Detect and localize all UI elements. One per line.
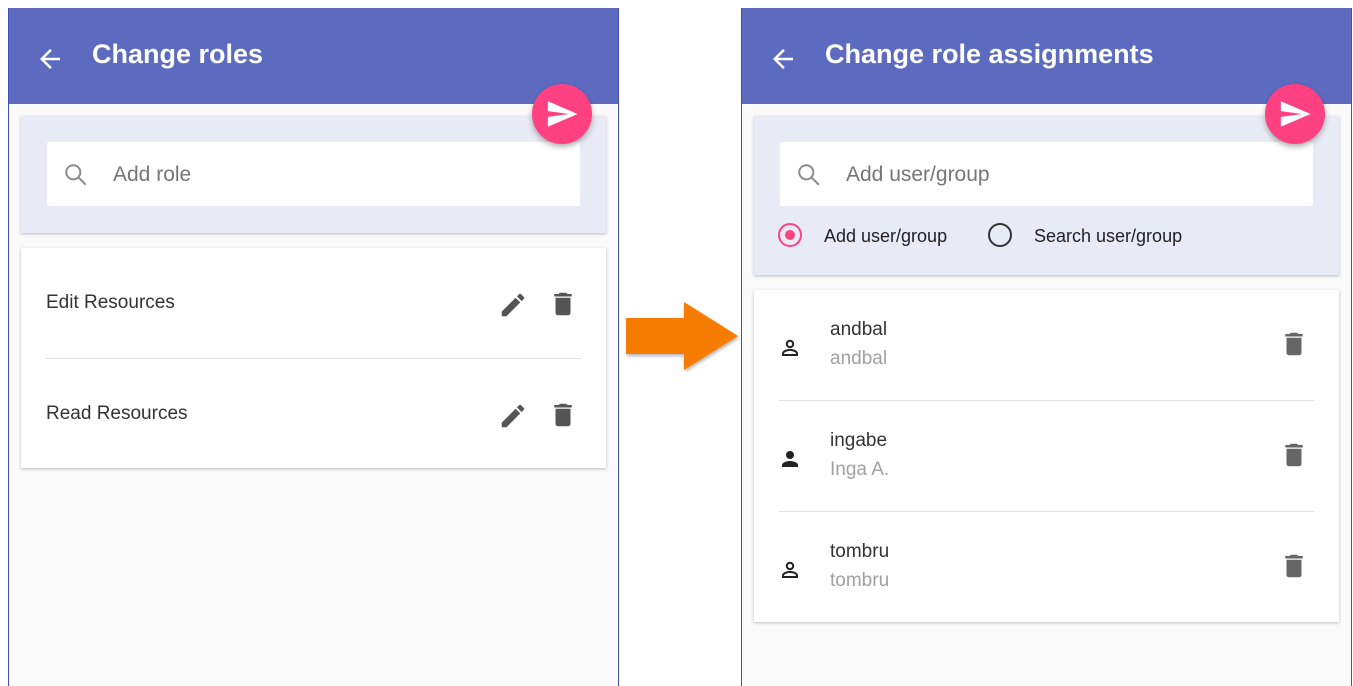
roles-list: Edit Resources Read Resources (21, 248, 606, 468)
delete-icon[interactable] (1279, 328, 1309, 365)
role-label: Edit Resources (46, 292, 175, 313)
list-item: ingabe Inga A. (754, 401, 1339, 511)
back-arrow-icon[interactable] (35, 44, 65, 74)
person-outline-icon (778, 558, 802, 587)
add-role-input[interactable] (111, 156, 570, 194)
user-name: andbal (830, 319, 888, 340)
user-detail: tombru (830, 570, 890, 591)
add-user-group-input[interactable] (844, 156, 1303, 194)
radio-search-user-group[interactable]: Search user/group (988, 220, 1208, 254)
add-user-group-field (780, 142, 1313, 206)
delete-icon[interactable] (548, 399, 578, 436)
edit-icon[interactable] (498, 401, 528, 436)
search-card (21, 116, 606, 233)
assignments-list: andbal andbal ingabe Inga A. tombru tomb… (754, 290, 1339, 622)
change-role-assignments-panel: Change role assignments Add user/group S… (741, 8, 1352, 686)
search-card: Add user/group Search user/group (754, 116, 1339, 275)
page-title: Change role assignments (825, 39, 1154, 69)
delete-icon[interactable] (548, 288, 578, 325)
send-button[interactable] (532, 84, 592, 144)
person-outline-icon (778, 336, 802, 365)
list-item: tombru tombru (754, 512, 1339, 622)
list-item: andbal andbal (754, 290, 1339, 400)
add-role-field (47, 142, 580, 206)
app-bar: Change role assignments (742, 8, 1351, 104)
change-roles-panel: Change roles Edit Resources Read Resourc… (8, 8, 619, 686)
transition-arrow-icon (626, 302, 742, 377)
radio-label: Add user/group (824, 226, 948, 246)
list-item: Edit Resources (21, 248, 606, 359)
app-bar: Change roles (9, 8, 618, 104)
radio-unchecked-icon (988, 223, 1012, 247)
send-button[interactable] (1265, 84, 1325, 144)
radio-label: Search user/group (1034, 226, 1183, 246)
edit-icon[interactable] (498, 290, 528, 325)
radio-checked-icon (778, 223, 802, 247)
user-detail: Inga A. (830, 459, 890, 480)
role-label: Read Resources (46, 403, 188, 424)
list-item: Read Resources (21, 359, 606, 468)
user-name: tombru (830, 541, 890, 562)
radio-add-user-group[interactable]: Add user/group (778, 220, 968, 254)
user-name: ingabe (830, 430, 888, 451)
page-title: Change roles (92, 39, 264, 69)
user-detail: andbal (830, 348, 888, 369)
delete-icon[interactable] (1279, 550, 1309, 587)
back-arrow-icon[interactable] (768, 44, 798, 74)
person-icon (778, 447, 802, 476)
delete-icon[interactable] (1279, 439, 1309, 476)
